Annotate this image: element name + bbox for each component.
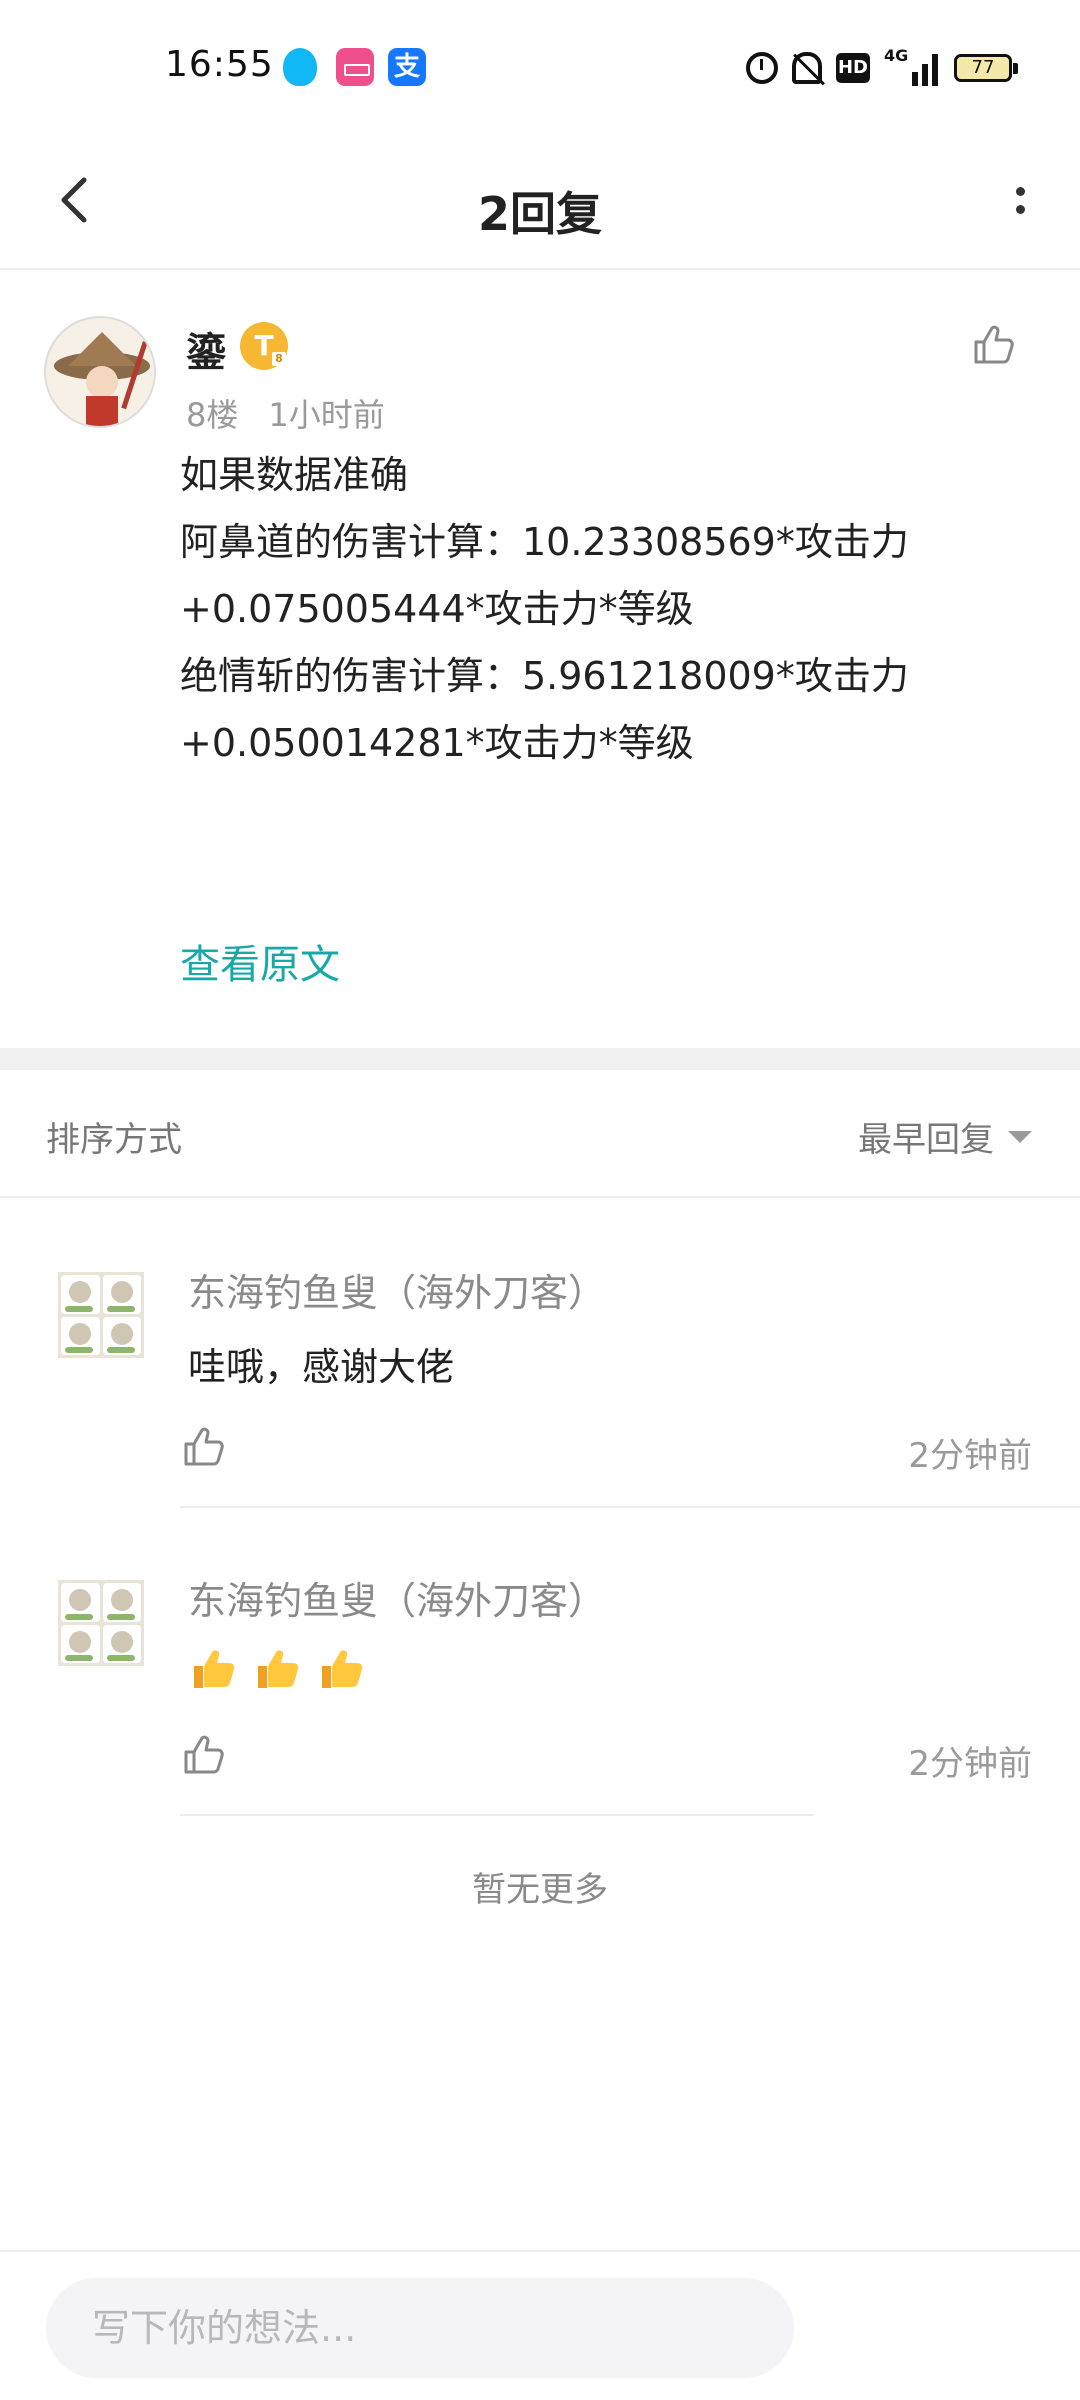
thumbs-up-emoji-icon	[322, 1650, 363, 1688]
section-divider	[0, 1048, 1080, 1070]
battery-icon: 77	[954, 54, 1018, 82]
reply-time: 2分钟前	[908, 1436, 1032, 1476]
thumbs-up-emoji-icon	[194, 1650, 235, 1688]
mute-bell-icon	[792, 52, 822, 84]
reply-detail-page: 16:55 支 HD 4G 77 2回复 鎏 T 8 8楼 1小时前 如果数据准…	[0, 0, 1080, 2400]
post-line: 如果数据准确	[180, 453, 409, 497]
post-line: 阿鼻道的伤害计算：10.23308569*攻击力	[180, 520, 909, 564]
level-badge: T8	[240, 322, 288, 370]
post-line: +0.075005444*攻击力*等级	[180, 587, 694, 631]
alarm-icon	[746, 52, 778, 84]
reply-item: 东海钓鱼叟（海外刀客） 2分钟前	[0, 1508, 1080, 1816]
reply-text: 哇哦，感谢大佬	[188, 1345, 455, 1389]
qq-icon	[283, 48, 317, 86]
reply-emoji	[188, 1644, 368, 1694]
post-meta: 8楼 1小时前	[186, 390, 385, 436]
reply-item: 东海钓鱼叟（海外刀客） 哇哦，感谢大佬 2分钟前	[0, 1200, 1080, 1508]
caret-down-icon	[1008, 1130, 1032, 1143]
view-original-link[interactable]: 查看原文	[180, 932, 340, 990]
more-options-icon[interactable]	[1000, 170, 1040, 230]
comment-input[interactable]	[46, 2278, 794, 2378]
top-nav: 2回复	[0, 130, 1080, 270]
like-thumb-icon[interactable]	[180, 1422, 228, 1470]
comment-bar	[0, 2250, 1080, 2400]
hat-character-avatar-icon	[46, 318, 154, 426]
sort-value: 最早回复	[858, 1120, 994, 1160]
network-label: 4G	[884, 46, 909, 65]
post-time: 1小时前	[268, 396, 385, 434]
reply-username[interactable]: 东海钓鱼叟（海外刀客）	[188, 1262, 606, 1317]
sort-bar: 排序方式 最早回复	[0, 1070, 1080, 1198]
hd-icon: HD	[836, 53, 870, 83]
post-line: 绝情斩的伤害计算：5.961218009*攻击力	[180, 654, 909, 698]
alipay-icon: 支	[388, 48, 426, 86]
sort-label: 排序方式	[46, 1120, 182, 1160]
status-icons: HD 4G 77	[746, 46, 1018, 88]
reply-time: 2分钟前	[908, 1744, 1032, 1784]
status-bar: 16:55 支 HD 4G 77	[0, 0, 1080, 130]
status-time: 16:55	[165, 44, 274, 85]
like-thumb-icon[interactable]	[180, 1730, 228, 1778]
post-content: 如果数据准确 阿鼻道的伤害计算：10.23308569*攻击力 +0.07500…	[180, 442, 1040, 777]
like-thumb-icon[interactable]	[970, 320, 1018, 368]
avatar[interactable]	[44, 316, 156, 428]
badge-label: T	[254, 329, 274, 362]
pink-app-icon	[336, 48, 374, 86]
original-post: 鎏 T8 8楼 1小时前 如果数据准确 阿鼻道的伤害计算：10.23308569*…	[0, 272, 1080, 1048]
avatar[interactable]	[58, 1272, 144, 1358]
signal-icon: 4G	[884, 46, 940, 86]
avatar[interactable]	[58, 1580, 144, 1666]
thumbs-up-emoji-icon	[258, 1650, 299, 1688]
divider	[180, 1814, 814, 1816]
post-floor: 8楼	[186, 396, 239, 434]
sort-dropdown[interactable]: 最早回复	[858, 1112, 1032, 1161]
page-title: 2回复	[477, 187, 602, 241]
reply-username[interactable]: 东海钓鱼叟（海外刀客）	[188, 1570, 606, 1625]
post-line: +0.050014281*攻击力*等级	[180, 721, 694, 765]
no-more-text: 暂无更多	[472, 1870, 608, 1910]
post-username[interactable]: 鎏	[186, 320, 226, 378]
